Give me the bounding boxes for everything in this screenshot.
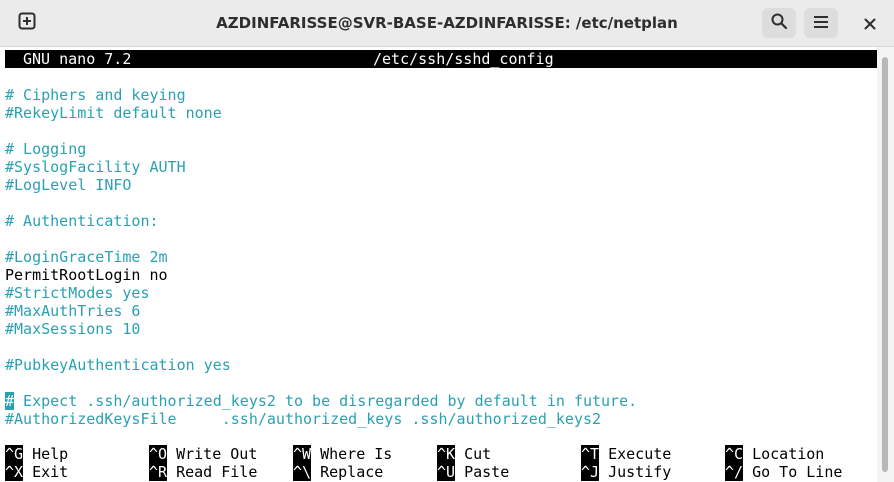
nano-header-bar: GNU nano 7.2 /etc/ssh/sshd_config bbox=[5, 50, 877, 68]
shortcut-label: Write Out bbox=[167, 445, 258, 463]
shortcut-label: Read File bbox=[167, 463, 258, 481]
shortcut-key: ^\ bbox=[293, 463, 312, 481]
text-cursor: # bbox=[5, 392, 15, 410]
new-tab-icon bbox=[18, 12, 36, 34]
terminal-area[interactable]: GNU nano 7.2 /etc/ssh/sshd_config # Ciph… bbox=[0, 47, 877, 482]
shortcut-key: ^C bbox=[725, 445, 744, 463]
shortcut-label: Where Is bbox=[311, 445, 393, 463]
editor-line: #MaxAuthTries 6 bbox=[5, 302, 141, 320]
close-icon bbox=[864, 15, 876, 34]
editor-line: #RekeyLimit default none bbox=[5, 104, 222, 122]
shortcut-key: ^U bbox=[437, 463, 456, 481]
shortcut-label: Cut bbox=[455, 445, 492, 463]
editor-line: PermitRootLogin no bbox=[5, 266, 168, 284]
shortcut-key: ^K bbox=[437, 445, 456, 463]
editor-line: # Logging bbox=[5, 140, 87, 158]
editor-line: #LoginGraceTime 2m bbox=[5, 248, 168, 266]
shortcut-item: ^\ Replace bbox=[293, 463, 383, 481]
shortcut-key: ^G bbox=[5, 445, 24, 463]
shortcut-key: ^/ bbox=[725, 463, 744, 481]
line-text: Expect .ssh/authorized_keys2 to be disre… bbox=[14, 392, 638, 410]
editor-line: #LogLevel INFO bbox=[5, 176, 132, 194]
menu-button[interactable] bbox=[804, 8, 838, 38]
shortcut-key: ^X bbox=[5, 463, 24, 481]
shortcut-key: ^W bbox=[293, 445, 312, 463]
close-button[interactable] bbox=[862, 16, 878, 32]
window-titlebar: AZDINFARISSE@SVR-BASE-AZDINFARISSE: /etc… bbox=[0, 0, 894, 47]
shortcut-key: ^R bbox=[149, 463, 168, 481]
window-title: AZDINFARISSE@SVR-BASE-AZDINFARISSE: /etc… bbox=[216, 14, 678, 32]
scrollbar-thumb[interactable] bbox=[882, 57, 888, 472]
shortcut-label: Paste bbox=[455, 463, 510, 481]
shortcut-item: ^G Help bbox=[5, 445, 68, 463]
hamburger-menu-icon bbox=[813, 14, 829, 33]
nano-version: GNU nano 7.2 bbox=[23, 50, 132, 68]
shortcut-item: ^C Location bbox=[725, 445, 824, 463]
editor-line: #PubkeyAuthentication yes bbox=[5, 356, 231, 374]
search-icon bbox=[770, 12, 788, 34]
shortcut-item: ^J Justify bbox=[581, 463, 671, 481]
editor-line: #AuthorizedKeysFile .ssh/authorized_keys… bbox=[5, 410, 602, 428]
shortcut-item: ^T Execute bbox=[581, 445, 671, 463]
editor-line: # Ciphers and keying bbox=[5, 86, 186, 104]
shortcut-label: Go To Line bbox=[743, 463, 843, 481]
shortcut-label: Justify bbox=[599, 463, 672, 481]
shortcut-label: Replace bbox=[311, 463, 384, 481]
shortcut-label: Help bbox=[23, 445, 69, 463]
shortcut-item: ^U Paste bbox=[437, 463, 509, 481]
nano-filename: /etc/ssh/sshd_config bbox=[373, 50, 554, 68]
shortcut-item: ^W Where Is bbox=[293, 445, 392, 463]
shortcut-label: Execute bbox=[599, 445, 672, 463]
search-button[interactable] bbox=[762, 8, 796, 38]
shortcut-key: ^O bbox=[149, 445, 168, 463]
shortcut-label: Exit bbox=[23, 463, 69, 481]
editor-line: #StrictModes yes bbox=[5, 284, 150, 302]
editor-line: # Expect .ssh/authorized_keys2 to be dis… bbox=[5, 392, 637, 410]
shortcut-item: ^/ Go To Line bbox=[725, 463, 842, 481]
shortcut-item: ^R Read File bbox=[149, 463, 257, 481]
shortcut-label: Location bbox=[743, 445, 825, 463]
new-tab-button[interactable] bbox=[10, 8, 44, 38]
editor-line: #SyslogFacility AUTH bbox=[5, 158, 186, 176]
terminal-scrollbar[interactable] bbox=[877, 47, 894, 482]
shortcut-item: ^O Write Out bbox=[149, 445, 257, 463]
shortcut-key: ^J bbox=[581, 463, 600, 481]
shortcut-key: ^T bbox=[581, 445, 600, 463]
editor-line: # Authentication: bbox=[5, 212, 159, 230]
shortcut-item: ^K Cut bbox=[437, 445, 491, 463]
editor-line: #MaxSessions 10 bbox=[5, 320, 141, 338]
shortcut-item: ^X Exit bbox=[5, 463, 68, 481]
